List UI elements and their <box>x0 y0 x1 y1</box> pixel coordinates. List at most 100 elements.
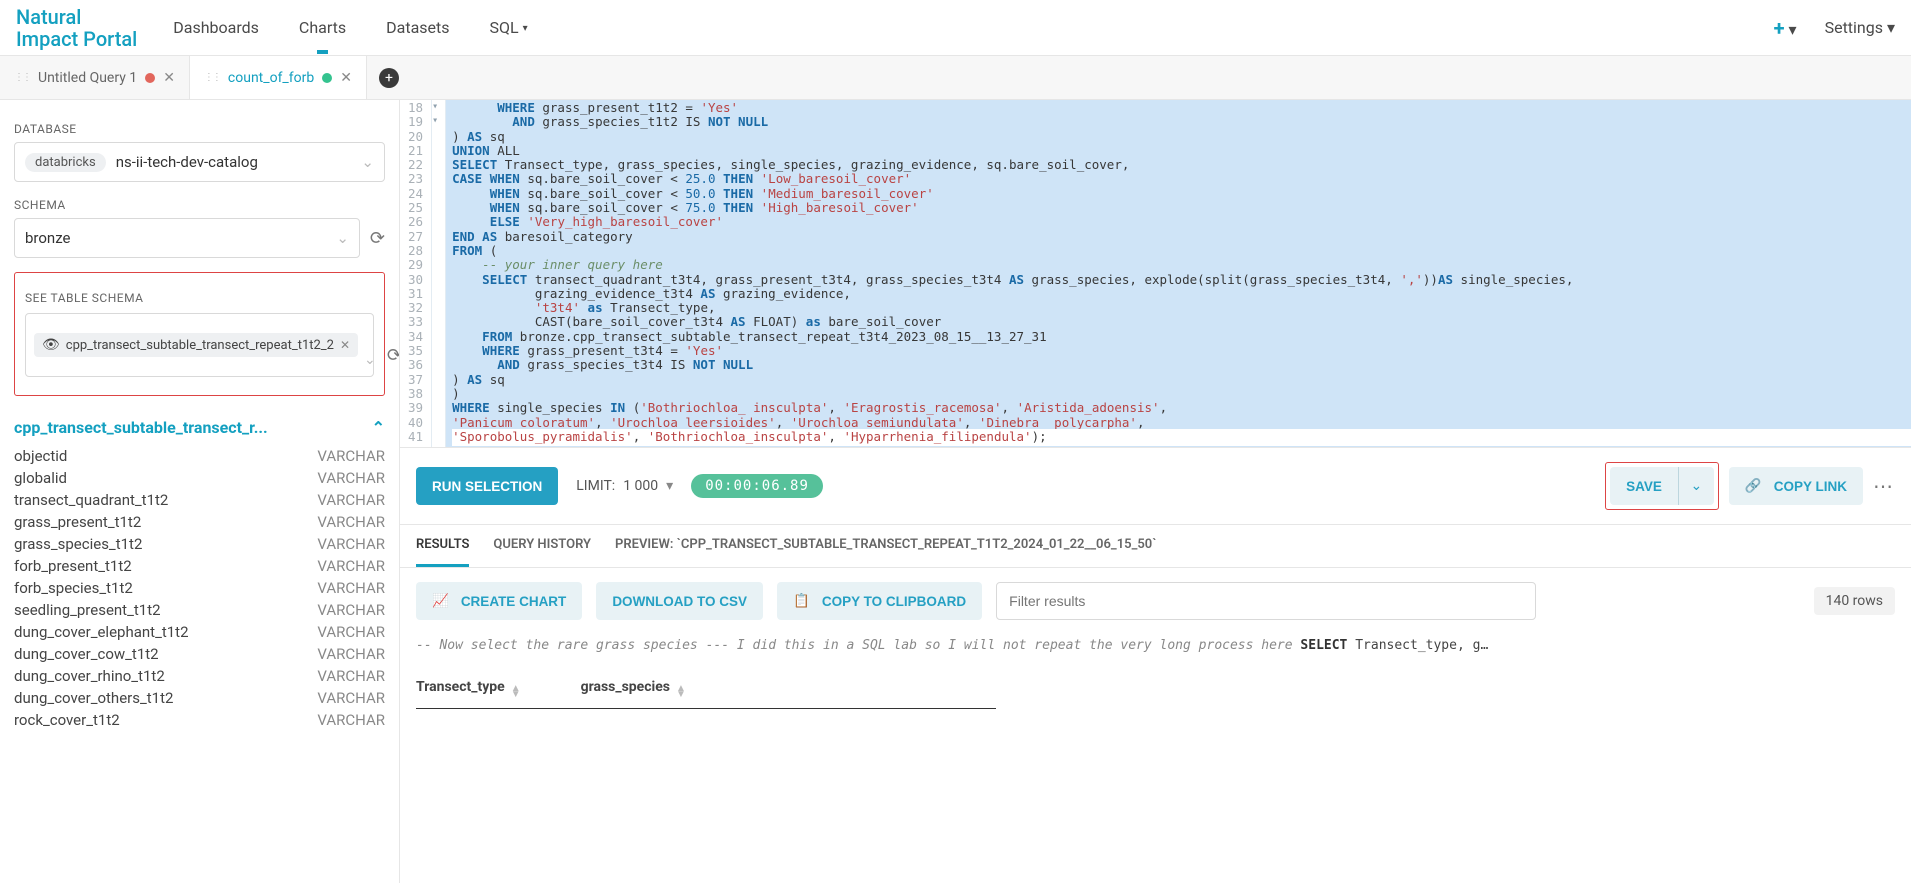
column-header[interactable]: Transect_type▲▼ <box>416 679 521 698</box>
limit-selector[interactable]: LIMIT: 1 000 ▾ <box>576 478 673 494</box>
schema-select[interactable]: bronze ⌄ <box>14 218 360 258</box>
column-type: VARCHAR <box>317 601 385 619</box>
download-csv-button[interactable]: DOWNLOAD TO CSV <box>596 582 763 620</box>
selected-table-tag: 👁 cpp_transect_subtable_transect_repeat_… <box>34 333 358 357</box>
chevron-down-icon: ▾ <box>1887 18 1895 37</box>
rest-text: Transect_type, g… <box>1347 638 1488 653</box>
comment-text: -- Now select the rare grass species ---… <box>416 638 1300 653</box>
copy-clipboard-button[interactable]: COPY TO CLIPBOARD <box>777 582 982 620</box>
column-item[interactable]: objectid VARCHAR <box>14 447 385 465</box>
close-icon[interactable]: ✕ <box>340 70 352 86</box>
tab-label: count_of_forb <box>228 70 314 86</box>
settings-menu[interactable]: Settings ▾ <box>1825 18 1895 37</box>
settings-label: Settings <box>1825 18 1883 37</box>
nav-charts[interactable]: Charts <box>295 2 350 53</box>
editor-toolbar: RUN SELECTION LIMIT: 1 000 ▾ 00:00:06.89… <box>400 447 1911 525</box>
new-tab-button[interactable]: + <box>367 56 411 99</box>
column-type: VARCHAR <box>317 469 385 487</box>
database-label: DATABASE <box>14 122 385 136</box>
column-item[interactable]: dung_cover_cow_t1t2VARCHAR <box>14 645 385 663</box>
chevron-down-icon: ⌄ <box>336 229 349 247</box>
selected-table-name: cpp_transect_subtable_transect_repeat_t1… <box>66 338 334 353</box>
tab-query-history[interactable]: QUERY HISTORY <box>493 537 591 567</box>
query-tab-active[interactable]: ⋮⋮ count_of_forb ✕ <box>190 56 367 99</box>
refresh-icon[interactable]: ⟳ <box>370 228 385 249</box>
save-dropdown[interactable]: ⌄ <box>1678 467 1714 505</box>
refresh-icon[interactable]: ⟳ <box>387 345 400 366</box>
result-tabs: RESULTS QUERY HISTORY PREVIEW: `CPP_TRAN… <box>400 525 1911 568</box>
column-header[interactable]: grass_species ▲▼ <box>581 679 686 698</box>
plus-circle-icon: + <box>379 68 399 88</box>
brand-logo[interactable]: Natural Impact Portal <box>16 6 137 50</box>
column-type: VARCHAR <box>317 689 385 707</box>
column-name: objectid <box>14 447 67 465</box>
column-name: dung_cover_elephant_t1t2 <box>14 623 189 641</box>
table-tag-input[interactable]: 👁 cpp_transect_subtable_transect_repeat_… <box>25 313 374 377</box>
more-icon[interactable]: ⋯ <box>1873 474 1895 498</box>
column-type: VARCHAR <box>317 447 385 465</box>
col-label: grass_species <box>581 679 670 695</box>
chevron-down-icon: ▾ <box>523 23 528 34</box>
column-item[interactable]: dung_cover_elephant_t1t2VARCHAR <box>14 623 385 641</box>
save-button[interactable]: SAVE <box>1610 467 1678 505</box>
nav-datasets[interactable]: Datasets <box>382 2 453 53</box>
column-item[interactable]: forb_species_t1t2VARCHAR <box>14 579 385 597</box>
see-table-schema-panel: SEE TABLE SCHEMA 👁 cpp_transect_subtable… <box>14 272 385 396</box>
results-grid: Transect_type▲▼ grass_species ▲▼ <box>416 669 1895 709</box>
select-keyword: SELECT <box>1300 638 1347 653</box>
sort-icon: ▲▼ <box>511 686 521 698</box>
column-item[interactable]: grass_species_t1t2 VARCHAR <box>14 535 385 553</box>
tab-results[interactable]: RESULTS <box>416 537 469 567</box>
schema-value: bronze <box>25 229 70 247</box>
results-toolbar: CREATE CHART DOWNLOAD TO CSV COPY TO CLI… <box>400 568 1911 634</box>
column-type: VARCHAR <box>317 491 385 509</box>
column-item[interactable]: seedling_present_t1t2VARCHAR <box>14 601 385 619</box>
column-item[interactable]: globalid VARCHAR <box>14 469 385 487</box>
remove-tag-icon[interactable]: ✕ <box>340 338 350 352</box>
table-header[interactable]: cpp_transect_subtable_transect_r... ⌃ <box>14 418 385 437</box>
column-item[interactable]: dung_cover_others_t1t2 VARCHAR <box>14 689 385 707</box>
column-name: grass_present_t1t2 <box>14 513 141 531</box>
unsaved-indicator-icon <box>145 73 155 83</box>
chevron-down-icon: ⌄ <box>1691 478 1703 494</box>
chevron-up-icon: ⌃ <box>372 418 385 437</box>
column-name: grass_species_t1t2 <box>14 535 142 553</box>
grip-icon: ⋮⋮ <box>204 72 220 83</box>
column-item[interactable]: dung_cover_rhino_t1t2VARCHAR <box>14 667 385 685</box>
copy-link-button[interactable]: COPY LINK <box>1729 467 1863 505</box>
column-item[interactable]: transect_quadrant_t1t2 VARCHAR <box>14 491 385 509</box>
filter-results-input[interactable] <box>996 582 1536 620</box>
sort-icon: ▲▼ <box>676 686 686 698</box>
query-comment-preview: -- Now select the rare grass species ---… <box>400 634 1911 663</box>
eye-icon: 👁 <box>42 337 60 353</box>
sidebar: DATABASE databricks ns-ii-tech-dev-catal… <box>0 100 400 883</box>
see-schema-label: SEE TABLE SCHEMA <box>25 291 374 305</box>
schema-label: SCHEMA <box>14 198 385 212</box>
column-name: transect_quadrant_t1t2 <box>14 491 168 509</box>
sql-editor[interactable]: 1819202122232425262728293031323334353637… <box>400 100 1911 447</box>
column-name: globalid <box>14 469 67 487</box>
timer-badge: 00:00:06.89 <box>691 474 823 498</box>
tab-preview[interactable]: PREVIEW: `CPP_TRANSECT_SUBTABLE_TRANSECT… <box>615 537 1156 567</box>
column-name: dung_cover_others_t1t2 <box>14 689 173 707</box>
column-name: rock_cover_t1t2 <box>14 711 120 729</box>
column-type: VARCHAR <box>317 667 385 685</box>
tab-label: Untitled Query 1 <box>38 70 137 86</box>
database-value: ns-ii-tech-dev-catalog <box>116 153 258 171</box>
create-chart-button[interactable]: CREATE CHART <box>416 582 582 620</box>
add-new[interactable]: + ▾ <box>1774 16 1797 40</box>
column-item[interactable]: grass_present_t1t2VARCHAR <box>14 513 385 531</box>
database-select[interactable]: databricks ns-ii-tech-dev-catalog ⌄ <box>14 142 385 182</box>
save-group: SAVE ⌄ <box>1605 462 1719 510</box>
column-type: VARCHAR <box>317 711 385 729</box>
query-tab[interactable]: ⋮⋮ Untitled Query 1 ✕ <box>0 56 190 99</box>
column-type: VARCHAR <box>317 535 385 553</box>
column-item[interactable]: rock_cover_t1t2 VARCHAR <box>14 711 385 729</box>
column-item[interactable]: forb_present_t1t2VARCHAR <box>14 557 385 575</box>
chevron-down-icon: ▾ <box>1789 20 1797 39</box>
run-selection-button[interactable]: RUN SELECTION <box>416 467 558 505</box>
nav-dashboards[interactable]: Dashboards <box>169 2 263 53</box>
nav-sql-label: SQL <box>490 18 519 37</box>
close-icon[interactable]: ✕ <box>163 70 175 86</box>
nav-sql[interactable]: SQL ▾ <box>486 2 532 53</box>
